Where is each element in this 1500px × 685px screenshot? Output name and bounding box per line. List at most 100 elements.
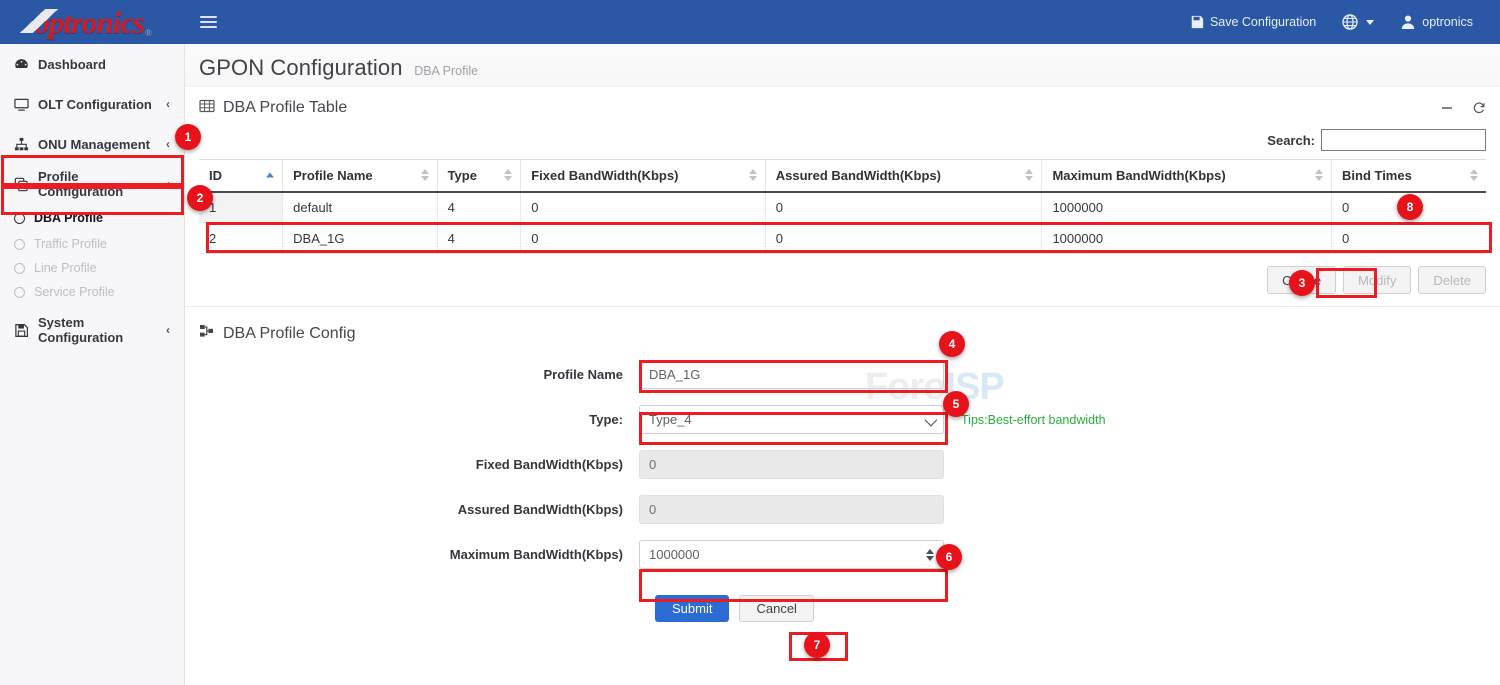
cell-fixed-bandwidth: 0 bbox=[521, 223, 766, 254]
cell-maximum-bandwidth: 1000000 bbox=[1042, 192, 1332, 223]
sidebar-item-line-profile[interactable]: Line Profile bbox=[0, 256, 184, 280]
dashboard-icon bbox=[14, 57, 34, 72]
column-label: Fixed BandWidth(Kbps) bbox=[531, 168, 678, 183]
dba-profile-table: ID Profile Name Type Fixed BandWidth(Kbp… bbox=[199, 159, 1486, 254]
minimize-icon[interactable] bbox=[1440, 101, 1454, 115]
cell-id: 1 bbox=[199, 192, 283, 223]
type-select[interactable]: Type_4 bbox=[639, 405, 944, 434]
sort-arrow-icon bbox=[504, 169, 512, 181]
sort-arrow-icon bbox=[1025, 169, 1033, 181]
column-header-maximum-bandwidth[interactable]: Maximum BandWidth(Kbps) bbox=[1042, 160, 1332, 192]
profile-name-input[interactable] bbox=[639, 360, 944, 389]
sidebar-item-label: Profile Configuration bbox=[34, 169, 166, 199]
column-header-type[interactable]: Type bbox=[437, 160, 521, 192]
column-label: Profile Name bbox=[293, 168, 372, 183]
sidebar-item-dba-profile[interactable]: DBA Profile bbox=[0, 204, 184, 232]
table-row[interactable]: 1 default 4 0 0 1000000 0 bbox=[199, 192, 1486, 223]
table-row[interactable]: 2 DBA_1G 4 0 0 1000000 0 bbox=[199, 223, 1486, 254]
fixed-bandwidth-label: Fixed BandWidth(Kbps) bbox=[199, 457, 639, 472]
cell-assured-bandwidth: 0 bbox=[765, 192, 1042, 223]
sidebar-item-label: System Configuration bbox=[34, 315, 166, 345]
sidebar-item-service-profile[interactable]: Service Profile bbox=[0, 280, 184, 304]
user-menu[interactable]: optronics bbox=[1387, 0, 1486, 44]
page-subtitle: DBA Profile bbox=[414, 64, 478, 78]
monitor-icon bbox=[14, 97, 34, 112]
sort-arrow-icon bbox=[421, 169, 429, 181]
sidebar-subitem-label: Line Profile bbox=[34, 261, 97, 275]
table-header-row: ID Profile Name Type Fixed BandWidth(Kbp… bbox=[199, 160, 1486, 192]
column-label: ID bbox=[209, 168, 222, 183]
page-title: GPON Configuration bbox=[199, 55, 403, 81]
column-header-assured-bandwidth[interactable]: Assured BandWidth(Kbps) bbox=[765, 160, 1042, 192]
column-label: Type bbox=[448, 168, 477, 183]
cell-bind-times: 0 bbox=[1332, 223, 1487, 254]
field-row-fixed-bandwidth: Fixed BandWidth(Kbps) bbox=[199, 450, 1486, 479]
cell-id: 2 bbox=[199, 223, 283, 254]
sidebar-item-system-configuration[interactable]: System Configuration ‹ bbox=[0, 310, 184, 350]
card-tools bbox=[1440, 101, 1486, 115]
column-header-fixed-bandwidth[interactable]: Fixed BandWidth(Kbps) bbox=[521, 160, 766, 192]
sidebar: Dashboard OLT Configuration ‹ ONU Manage… bbox=[0, 44, 185, 685]
copy-icon bbox=[14, 177, 34, 192]
search-input[interactable] bbox=[1321, 129, 1486, 151]
sidebar-item-label: ONU Management bbox=[34, 137, 166, 152]
card-title-label: DBA Profile Table bbox=[223, 99, 347, 117]
maximum-bandwidth-input[interactable]: 1000000 bbox=[639, 540, 944, 569]
sidebar-item-label: Dashboard bbox=[34, 57, 170, 72]
circle-icon bbox=[14, 287, 25, 298]
number-stepper-icon[interactable] bbox=[926, 549, 934, 561]
save-disk-icon bbox=[14, 323, 34, 338]
create-button[interactable]: Create bbox=[1267, 266, 1336, 294]
form-action-buttons: Submit Cancel bbox=[199, 595, 1486, 622]
cell-assured-bandwidth: 0 bbox=[765, 223, 1042, 254]
assured-bandwidth-input[interactable] bbox=[639, 495, 944, 524]
field-row-type: Type: Type_4 Tips:Best-effort bandwidth bbox=[199, 405, 1486, 434]
cell-maximum-bandwidth: 1000000 bbox=[1042, 223, 1332, 254]
column-label: Assured BandWidth(Kbps) bbox=[776, 168, 941, 183]
column-header-bind-times[interactable]: Bind Times bbox=[1332, 160, 1487, 192]
circle-icon bbox=[14, 239, 25, 250]
language-selector[interactable] bbox=[1329, 0, 1387, 44]
refresh-icon[interactable] bbox=[1472, 101, 1486, 115]
search-label: Search: bbox=[1267, 133, 1315, 148]
cell-profile-name: default bbox=[283, 192, 437, 223]
hamburger-icon[interactable] bbox=[200, 10, 224, 34]
dba-profile-config-section: DBA Profile Config Profile Name Type: Ty… bbox=[185, 307, 1500, 622]
sidebar-item-olt-configuration[interactable]: OLT Configuration ‹ bbox=[0, 84, 184, 124]
main-content: GPON Configuration DBA Profile DBA Profi… bbox=[185, 44, 1500, 685]
dba-profile-table-card: DBA Profile Table Search: ID bbox=[185, 87, 1500, 306]
sort-arrow-icon bbox=[1315, 169, 1323, 181]
profile-name-label: Profile Name bbox=[199, 367, 639, 382]
brand-logo[interactable]: optronics® bbox=[0, 0, 185, 44]
sidebar-item-dashboard[interactable]: Dashboard bbox=[0, 44, 184, 84]
config-title-label: DBA Profile Config bbox=[223, 325, 356, 343]
field-row-assured-bandwidth: Assured BandWidth(Kbps) bbox=[199, 495, 1486, 524]
sidebar-subitem-label: DBA Profile bbox=[34, 211, 103, 225]
assured-bandwidth-label: Assured BandWidth(Kbps) bbox=[199, 502, 639, 517]
submit-button[interactable]: Submit bbox=[655, 595, 729, 622]
cell-type: 4 bbox=[437, 192, 521, 223]
fixed-bandwidth-input[interactable] bbox=[639, 450, 944, 479]
chevron-left-icon: ‹ bbox=[166, 97, 170, 111]
column-header-id[interactable]: ID bbox=[199, 160, 283, 192]
chevron-left-icon: ‹ bbox=[166, 323, 170, 337]
maximum-bandwidth-value: 1000000 bbox=[649, 547, 934, 562]
sidebar-subitem-label: Service Profile bbox=[34, 285, 115, 299]
sidebar-item-onu-management[interactable]: ONU Management ‹ bbox=[0, 124, 184, 164]
search-row: Search: bbox=[199, 123, 1486, 159]
card-title: DBA Profile Table bbox=[199, 98, 347, 119]
column-label: Maximum BandWidth(Kbps) bbox=[1052, 168, 1225, 183]
sidebar-item-profile-configuration[interactable]: Profile Configuration ‹ bbox=[0, 164, 184, 204]
delete-button[interactable]: Delete bbox=[1418, 266, 1486, 294]
sidebar-item-traffic-profile[interactable]: Traffic Profile bbox=[0, 232, 184, 256]
modify-button[interactable]: Modify bbox=[1343, 266, 1411, 294]
cancel-button[interactable]: Cancel bbox=[739, 595, 813, 622]
cell-type: 4 bbox=[437, 223, 521, 254]
field-row-maximum-bandwidth: Maximum BandWidth(Kbps) 1000000 bbox=[199, 540, 1486, 569]
column-label: Bind Times bbox=[1342, 168, 1412, 183]
save-configuration-button[interactable]: Save Configuration bbox=[1177, 0, 1329, 44]
circle-icon bbox=[14, 213, 25, 224]
column-header-profile-name[interactable]: Profile Name bbox=[283, 160, 437, 192]
save-icon bbox=[1190, 15, 1204, 29]
card-header: DBA Profile Table bbox=[199, 87, 1486, 123]
